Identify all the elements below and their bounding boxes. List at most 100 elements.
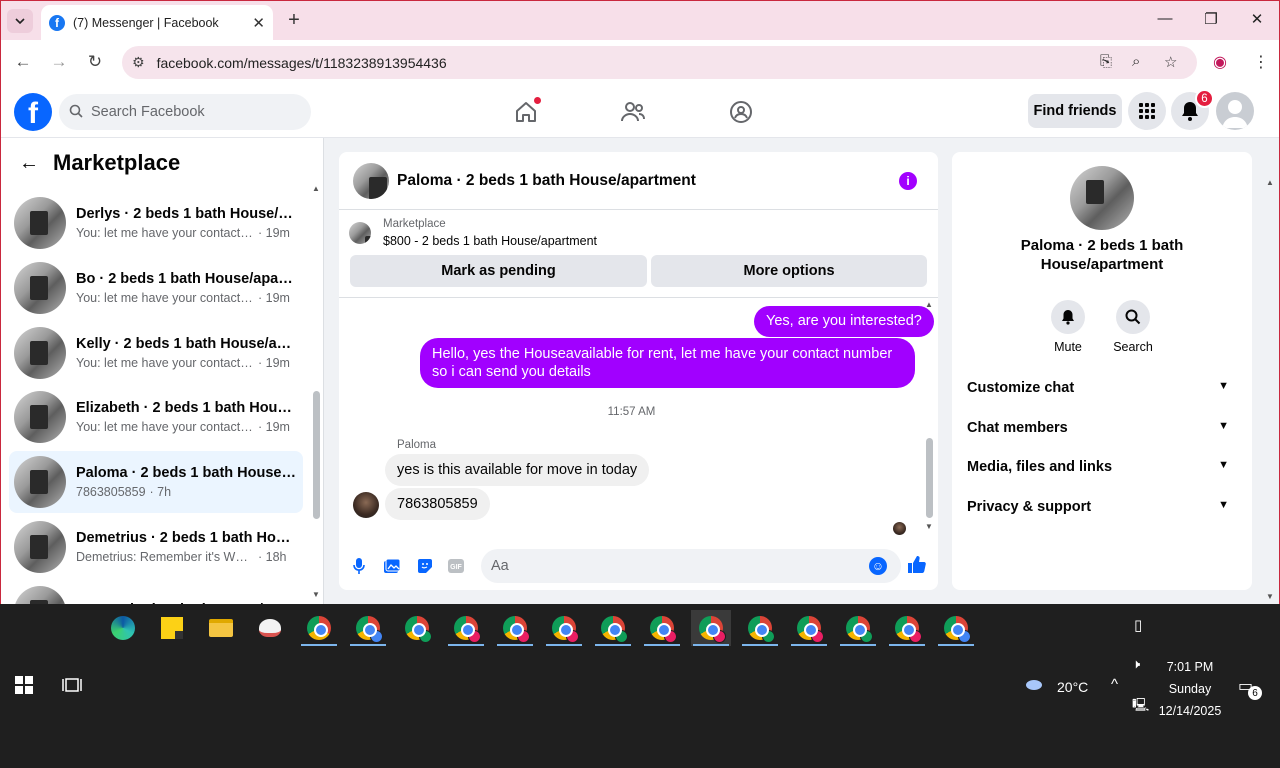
url-text[interactable]: facebook.com/messages/t/1183238913954436 [157, 55, 447, 71]
new-tab-button[interactable]: + [284, 9, 304, 31]
volume-icon[interactable]: 🕨 [1132, 656, 1140, 672]
system-clock[interactable]: 7:01 PM Sunday 12/14/2025 [1158, 656, 1222, 722]
menu-grid-icon[interactable] [1128, 92, 1166, 130]
address-bar[interactable]: ⚙ facebook.com/messages/t/11832389139544… [122, 46, 1197, 79]
install-app-icon[interactable]: ⎘ [1100, 53, 1112, 70]
weather-icon[interactable] [1024, 674, 1050, 701]
message-incoming[interactable]: 7863805859 [385, 488, 490, 520]
facebook-logo-icon[interactable]: f [14, 93, 52, 131]
message-input[interactable]: Aa ☺ [481, 549, 901, 583]
windows-start-icon[interactable] [15, 676, 33, 697]
mark-pending-button[interactable]: Mark as pending [350, 255, 647, 287]
listing-info[interactable]: Marketplace $800 - 2 beds 1 bath House/a… [349, 218, 597, 248]
emoji-icon[interactable]: ☺ [869, 557, 887, 575]
privacy-support-section[interactable]: Privacy & support ▼ [967, 499, 1237, 515]
chat-title[interactable]: Paloma · 2 beds 1 bath House/apartment [397, 172, 696, 190]
bookmark-star-icon[interactable]: ☆ [1164, 53, 1177, 71]
page-scroll-down-icon[interactable]: ▼ [1266, 592, 1274, 601]
clock-day: Sunday [1168, 682, 1212, 696]
sticky-notes-icon[interactable] [152, 610, 192, 646]
chrome-profile-icon[interactable] [642, 610, 682, 646]
tab-search-button[interactable] [7, 9, 33, 33]
restore-icon[interactable]: ❐ [1201, 10, 1221, 28]
running-indicator [546, 644, 582, 646]
mute-button[interactable]: Mute [1038, 300, 1098, 354]
conversation-item[interactable]: Bo · 2 beds 1 bath House/apartment You: l… [9, 257, 303, 319]
network-icon[interactable]: 🖳 [1132, 696, 1149, 718]
chrome-profile-icon[interactable] [593, 610, 633, 646]
chrome-profile-icon[interactable] [691, 610, 731, 646]
conversation-time: · 7h [149, 485, 172, 499]
chrome-profile-icon[interactable] [740, 610, 780, 646]
details-name-text: Paloma · 2 beds 1 bath House/apartment [1020, 237, 1184, 273]
back-icon[interactable]: ← [12, 52, 34, 72]
more-options-button[interactable]: More options [651, 255, 927, 287]
back-arrow-icon[interactable]: ← [19, 152, 39, 175]
chrome-profile-icon[interactable] [544, 610, 584, 646]
chrome-profile-icon[interactable] [838, 610, 878, 646]
conversation-item[interactable]: Kelly · 2 beds 1 bath House/apartment You… [9, 322, 303, 384]
scroll-down-icon[interactable]: ▼ [925, 522, 933, 531]
scroll-up-icon[interactable]: ▲ [925, 300, 933, 309]
media-files-section[interactable]: Media, files and links ▼ [967, 459, 1237, 475]
app-icon[interactable] [250, 610, 290, 646]
conversation-item[interactable]: Moy · 2 beds 1 bath House/apartment [9, 581, 303, 604]
conversation-item[interactable]: Demetrius · 2 beds 1 bath House/apartmen… [9, 516, 303, 578]
gif-icon[interactable]: GIF [446, 556, 466, 576]
phone-link-icon[interactable]: ▯ [1134, 616, 1142, 634]
minimize-icon[interactable]: — [1155, 10, 1175, 27]
edge-icon[interactable] [103, 610, 143, 646]
file-explorer-icon[interactable] [201, 610, 241, 646]
close-tab-icon[interactable]: ✕ [252, 14, 265, 32]
profile-icon[interactable]: ◉ [1213, 52, 1227, 72]
menu-dots-icon[interactable]: ⋮ [1253, 52, 1269, 72]
account-avatar[interactable] [1216, 92, 1254, 130]
conversation-item[interactable]: Paloma · 2 beds 1 bath House/apartment 78… [9, 451, 303, 513]
chat-members-section[interactable]: Chat members ▼ [967, 420, 1237, 436]
photo-icon[interactable] [382, 556, 402, 576]
groups-icon[interactable] [727, 98, 755, 126]
forward-icon[interactable]: → [48, 52, 70, 72]
chrome-logo-icon [601, 616, 628, 643]
chrome-profile-icon[interactable] [936, 610, 976, 646]
facebook-search-input[interactable]: Search Facebook [59, 94, 311, 130]
chrome-logo-icon [650, 616, 677, 643]
search-in-chat-button[interactable]: Search [1103, 300, 1163, 354]
details-avatar[interactable] [1070, 166, 1134, 230]
scroll-down-icon[interactable]: ▼ [312, 590, 320, 599]
sticker-icon[interactable] [415, 556, 435, 576]
close-window-icon[interactable]: ✕ [1247, 10, 1267, 28]
list-scrollbar[interactable] [313, 391, 320, 519]
site-info-icon[interactable]: ⚙ [132, 54, 145, 71]
reload-icon[interactable]: ↻ [84, 52, 106, 72]
customize-chat-section[interactable]: Customize chat ▼ [967, 380, 1237, 396]
chrome-profile-icon[interactable] [348, 610, 388, 646]
chrome-profile-icon[interactable] [789, 610, 829, 646]
chat-avatar[interactable] [353, 162, 389, 199]
message-outgoing[interactable]: Hello, yes the Houseavailable for rent, … [420, 338, 915, 388]
conversation-item[interactable]: Elizabeth · 2 beds 1 bath House/apartmen… [9, 386, 303, 448]
message-incoming[interactable]: yes is this available for move in today [385, 454, 650, 486]
browser-tab-active[interactable]: f (7) Messenger | Facebook ✕ [41, 5, 273, 41]
message-outgoing[interactable]: Yes, are you interested? [754, 306, 934, 337]
friends-icon[interactable] [619, 98, 647, 126]
conversation-item[interactable]: Derlys · 2 beds 1 bath House/apartment Yo… [9, 192, 303, 254]
find-friends-button[interactable]: Find friends [1028, 94, 1122, 128]
page-scroll-up-icon[interactable]: ▲ [1266, 178, 1274, 187]
edge-logo-icon [111, 616, 135, 640]
chrome-profile-icon[interactable] [446, 610, 486, 646]
sender-avatar[interactable] [353, 492, 379, 518]
chrome-icon[interactable] [299, 610, 339, 646]
task-view-icon[interactable] [62, 676, 82, 697]
microphone-icon[interactable] [349, 556, 369, 576]
chrome-profile-icon[interactable] [397, 610, 437, 646]
chevron-up-icon[interactable]: ^ [1111, 676, 1118, 693]
weather-temp[interactable]: 20°C [1057, 679, 1088, 695]
chat-scrollbar[interactable] [926, 438, 933, 518]
thumbs-up-icon[interactable] [907, 554, 927, 574]
chrome-profile-icon[interactable] [495, 610, 535, 646]
chrome-profile-icon[interactable] [887, 610, 927, 646]
scroll-up-icon[interactable]: ▲ [312, 184, 320, 193]
info-icon[interactable]: i [899, 172, 917, 190]
zoom-icon[interactable]: ⌕ [1132, 53, 1140, 70]
